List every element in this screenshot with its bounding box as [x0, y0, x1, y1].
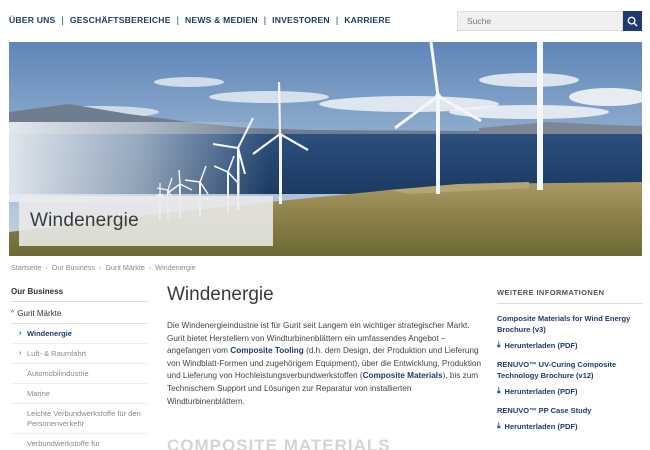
breadcrumb-item-gurit-maerkte[interactable]: Gurit Märkte — [105, 263, 145, 272]
breadcrumb-separator: › — [148, 263, 152, 272]
nav-news-medien[interactable]: NEWS & MEDIEN — [185, 15, 258, 25]
sidebar-section-label: Gurit Märkte — [17, 309, 62, 318]
hero-title: Windenergie — [30, 210, 139, 231]
sidebar-item-label: Verbundwerkstoffe für Industrieanwendung… — [27, 439, 103, 450]
nav-separator: | — [176, 15, 179, 25]
doc-item: RENUVO™ PP Case Study ⤓ Herunterladen (P… — [497, 405, 643, 431]
info-panel: WEITERE INFORMATIONEN Composite Material… — [497, 288, 643, 440]
download-link[interactable]: ⤓ Herunterladen (PDF) — [497, 340, 643, 350]
chevron-right-icon: › — [19, 350, 22, 357]
breadcrumb-item-current: Windenergie — [155, 263, 196, 272]
composite-tooling-link[interactable]: Composite Tooling — [230, 346, 304, 355]
sidebar-item-luft-raumfahrt[interactable]: › Luft- & Raumfahrt — [11, 344, 148, 364]
intro-paragraph: Die Windenergieindustrie ist für Gurit s… — [167, 320, 482, 408]
doc-title[interactable]: RENUVO™ UV-Curing Composite Technology B… — [497, 359, 643, 381]
download-link[interactable]: ⤓ Herunterladen (PDF) — [497, 386, 643, 396]
breadcrumb: Startseite › Our Business › Gurit Märkte… — [11, 263, 196, 272]
nav-separator: | — [263, 15, 267, 25]
top-navigation: ÜBER UNS | GESCHÄFTSBEREICHE | NEWS & ME… — [9, 15, 391, 25]
hero-banner: Windenergie — [9, 42, 642, 256]
download-label: Herunterladen (PDF) — [504, 340, 578, 350]
page-title: Windenergie — [167, 284, 274, 305]
search-button[interactable] — [623, 11, 642, 31]
download-icon: ⤓ — [497, 340, 501, 349]
main-content: Windenergie Die Windenergieindustrie ist… — [167, 284, 482, 408]
sidebar: Our Business ^ Gurit Märkte › Windenergi… — [11, 287, 148, 450]
download-icon: ⤓ — [497, 421, 501, 430]
doc-item: Composite Materials for Wind Energy Broc… — [497, 313, 643, 350]
sidebar-item-label: Luft- & Raumfahrt — [27, 349, 87, 358]
breadcrumb-separator: › — [98, 263, 102, 272]
doc-item: RENUVO™ UV-Curing Composite Technology B… — [497, 359, 643, 396]
sidebar-section-gurit-maerkte[interactable]: ^ Gurit Märkte — [11, 302, 148, 324]
nav-separator: | — [61, 15, 64, 25]
search-box — [457, 11, 642, 31]
breadcrumb-item-our-business[interactable]: Our Business — [52, 263, 95, 272]
doc-title[interactable]: Composite Materials for Wind Energy Broc… — [497, 313, 643, 335]
sidebar-item-label: Marine — [27, 389, 50, 398]
nav-geschaeftsbereiche[interactable]: GESCHÄFTSBEREICHE — [70, 15, 171, 25]
nav-investoren[interactable]: INVESTOREN — [272, 15, 330, 25]
download-link[interactable]: ⤓ Herunterladen (PDF) — [497, 421, 643, 431]
doc-title[interactable]: RENUVO™ PP Case Study — [497, 405, 643, 416]
download-label: Herunterladen (PDF) — [504, 421, 578, 431]
sidebar-item-marine[interactable]: Marine — [11, 384, 148, 404]
breadcrumb-separator: › — [45, 263, 48, 272]
download-icon: ⤓ — [497, 386, 501, 395]
info-heading: WEITERE INFORMATIONEN — [497, 288, 643, 304]
section-heading-composite-materials: COMPOSITE MATERIALS — [167, 436, 391, 450]
top-bar: ÜBER UNS | GESCHÄFTSBEREICHE | NEWS & ME… — [0, 0, 650, 42]
nav-karriere[interactable]: KARRIERE — [344, 15, 390, 25]
sidebar-item-label: Windenergie — [27, 329, 72, 338]
search-input[interactable] — [457, 11, 623, 31]
sidebar-item-industrieanwendungen[interactable]: Verbundwerkstoffe für Industrieanwendung… — [11, 434, 148, 450]
sidebar-item-label: Leichte Verbundwerkstoffe für den Person… — [27, 409, 141, 428]
chevron-right-icon: › — [19, 330, 22, 337]
search-icon — [627, 16, 638, 27]
sidebar-item-windenergie[interactable]: › Windenergie — [11, 324, 148, 344]
sidebar-heading[interactable]: Our Business — [11, 287, 148, 302]
chevron-up-icon: ^ — [11, 310, 15, 317]
sidebar-item-personenverkehr[interactable]: Leichte Verbundwerkstoffe für den Person… — [11, 404, 148, 434]
nav-ueber-uns[interactable]: ÜBER UNS — [9, 15, 55, 25]
download-label: Herunterladen (PDF) — [504, 386, 578, 396]
sidebar-item-automobilindustrie[interactable]: Automobilindustrie — [11, 364, 148, 384]
breadcrumb-item-startseite[interactable]: Startseite — [11, 263, 41, 272]
hero-title-box: Windenergie — [19, 196, 273, 246]
composite-materials-link[interactable]: Composite Materials — [363, 371, 443, 380]
nav-separator: | — [335, 15, 339, 25]
sidebar-item-label: Automobilindustrie — [27, 369, 89, 378]
